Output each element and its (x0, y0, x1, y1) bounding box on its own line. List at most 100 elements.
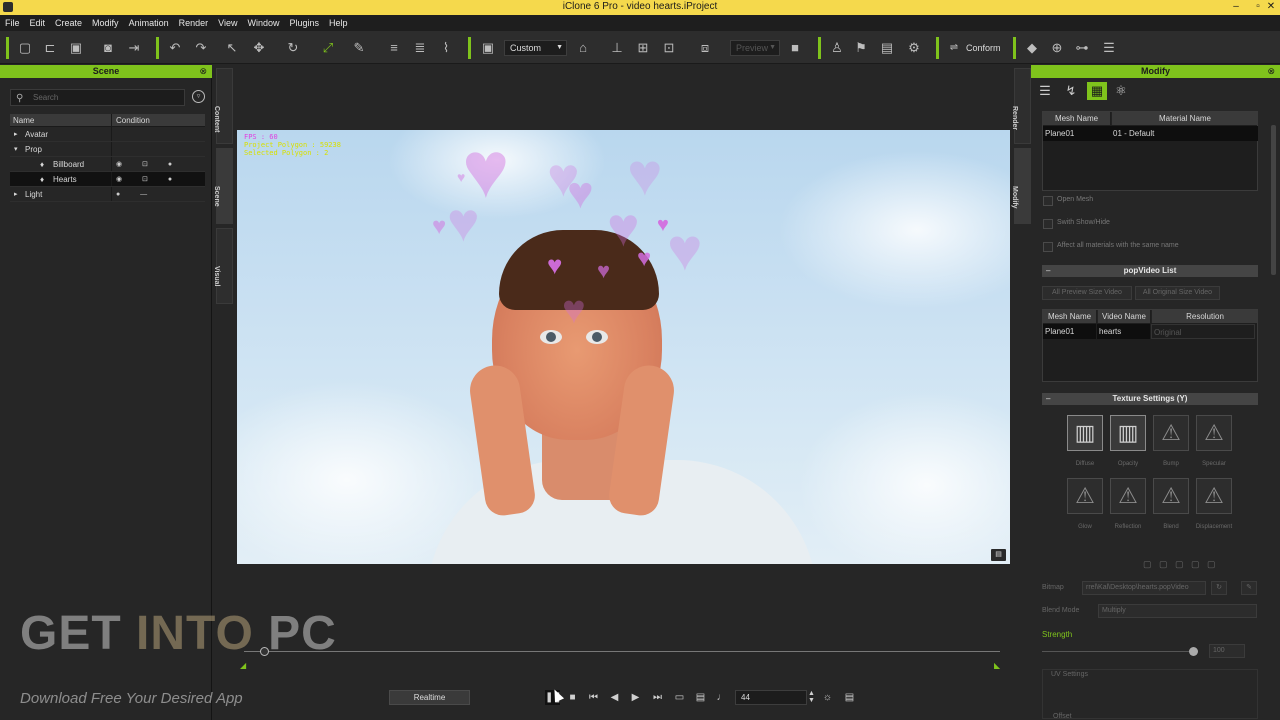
menu-render[interactable]: Render (174, 15, 214, 31)
tab-modify[interactable]: Modify (1011, 148, 1031, 224)
minimize-button[interactable]: – (1225, 0, 1247, 15)
affect-all-checkbox[interactable] (1043, 242, 1053, 252)
all-preview-size-button[interactable]: All Preview Size Video (1042, 286, 1132, 300)
distribute-icon[interactable]: ≣ (411, 39, 429, 57)
note-icon[interactable]: ▤ (991, 549, 1006, 561)
fit-icon[interactable]: ⧈ (696, 39, 714, 57)
music-note-icon[interactable]: ♩ (714, 690, 729, 705)
select-arrow-icon[interactable]: ↖ (223, 39, 241, 57)
tab-content[interactable]: Content (213, 68, 233, 144)
material-icon[interactable]: ▦ (1087, 82, 1107, 100)
align-icon[interactable]: ≡ (385, 39, 403, 57)
strength-slider-handle[interactable] (1189, 647, 1198, 656)
tree-item-billboard[interactable]: ♦ Billboard ◉ ⊡ ● ▲ — (10, 157, 205, 183)
camera-preset-select[interactable]: Custom ▼ (504, 40, 567, 56)
zoom-icon[interactable]: ⊕ (1048, 39, 1066, 57)
camera-view-icon[interactable]: ▣ (479, 39, 497, 57)
prev-frame-icon[interactable]: ◀ (607, 690, 622, 705)
home-icon[interactable]: ⌂ (574, 39, 592, 57)
diamond-icon[interactable]: ◆ (1023, 39, 1041, 57)
glow-slot[interactable]: ⚠ (1067, 478, 1103, 514)
popvideo-section-header[interactable]: – popVideo List (1042, 265, 1258, 277)
tools-icon[interactable]: ⚙ (905, 39, 923, 57)
reflection-slot[interactable]: ⚠ (1110, 478, 1146, 514)
open-folder-icon[interactable]: ⊏ (41, 39, 59, 57)
frame-all-icon[interactable]: ⊞ (634, 39, 652, 57)
sliders-icon[interactable]: ☰ (1035, 82, 1055, 100)
settings-gear-icon[interactable]: ☼ (820, 690, 835, 705)
displacement-slot[interactable]: ⚠ (1196, 478, 1232, 514)
conform-icon[interactable]: ⇌ (945, 39, 963, 57)
menu-view[interactable]: View (213, 15, 242, 31)
redo-icon[interactable]: ↷ (192, 39, 210, 57)
open-mesh-checkbox[interactable] (1043, 196, 1053, 206)
texture-section-header[interactable]: – Texture Settings (Y) (1042, 393, 1258, 405)
video-camera-icon[interactable]: ■ (786, 39, 804, 57)
undo-icon[interactable]: ↶ (166, 39, 184, 57)
menu-window[interactable]: Window (242, 15, 284, 31)
nodes-icon[interactable]: ⊶ (1073, 39, 1091, 57)
go-end-icon[interactable]: ⏭ (650, 690, 665, 705)
export-icon[interactable]: ⇥ (125, 39, 143, 57)
close-icon[interactable]: ⊗ (199, 65, 207, 78)
menu-animation[interactable]: Animation (124, 15, 174, 31)
bump-slot[interactable]: ⚠ (1153, 415, 1189, 451)
render-icon[interactable]: ◙ (99, 39, 117, 57)
preview-select[interactable]: Preview ▼ (730, 40, 780, 56)
loop-icon[interactable]: ▭ (672, 690, 687, 705)
blend-slot[interactable]: ⚠ (1153, 478, 1189, 514)
diffuse-slot[interactable]: ▥ (1067, 415, 1103, 451)
scene-search-input[interactable]: ⚲ Search (10, 89, 185, 106)
expand-icon[interactable]: ▸ (14, 127, 18, 142)
scrollbar[interactable] (1271, 125, 1276, 275)
opacity-slot[interactable]: ▥ (1110, 415, 1146, 451)
new-file-icon[interactable]: ▢ (16, 39, 34, 57)
expand-icon[interactable]: ▸ (14, 187, 18, 202)
timeline-start-marker[interactable]: ◢ (240, 661, 246, 670)
move-icon[interactable]: ✥ (250, 39, 268, 57)
filter-icon[interactable]: ▿ (192, 90, 205, 103)
blend-mode-select[interactable]: Multiply (1098, 604, 1257, 618)
collapse-icon[interactable]: ▾ (14, 142, 18, 157)
tab-render[interactable]: Render (1011, 68, 1031, 144)
tree-item-light[interactable]: ▸ Light (10, 187, 205, 202)
paint-icon[interactable]: ✎ (350, 39, 368, 57)
panel-toggle-icon[interactable]: ▤ (842, 690, 857, 705)
edit-bitmap-icon[interactable]: ✎ (1241, 581, 1257, 595)
conform-button[interactable]: Conform (966, 40, 1001, 56)
close-button[interactable]: ✕ (1260, 0, 1280, 15)
rotate-icon[interactable]: ↻ (284, 39, 302, 57)
save-icon[interactable]: ▣ (67, 39, 85, 57)
motion-icon[interactable]: ↯ (1061, 82, 1081, 100)
show-hide-checkbox[interactable] (1043, 219, 1053, 229)
zoom-extent-icon[interactable]: ⊥ (608, 39, 626, 57)
timeline-icon[interactable]: ▤ (693, 690, 708, 705)
strength-input[interactable]: 100 (1209, 644, 1245, 658)
menu-plugins[interactable]: Plugins (285, 15, 325, 31)
list-settings-icon[interactable]: ☰ (1100, 39, 1118, 57)
specular-slot[interactable]: ⚠ (1196, 415, 1232, 451)
flag-icon[interactable]: ⚑ (852, 39, 870, 57)
realtime-button[interactable]: Realtime (389, 690, 470, 705)
bitmap-path-field[interactable]: rrel\Kal\Desktop\hearts.popVideo (1082, 581, 1206, 595)
next-frame-icon[interactable]: ▶ (628, 690, 643, 705)
tab-scene[interactable]: Scene (213, 148, 233, 224)
table-row[interactable]: Plane01 01 - Default (1043, 126, 1258, 141)
timeline-end-marker[interactable]: ◣ (994, 661, 1000, 670)
strength-slider-track[interactable] (1042, 651, 1192, 652)
go-start-icon[interactable]: ⏮ (586, 690, 601, 705)
menu-create[interactable]: Create (50, 15, 87, 31)
load-bitmap-icon[interactable]: ↻ (1211, 581, 1227, 595)
table-row[interactable]: Plane01 hearts Original (1043, 324, 1258, 339)
all-original-size-button[interactable]: All Original Size Video (1135, 286, 1220, 300)
tree-item-hearts[interactable]: ♦ Hearts ◉ ⊡ ● ● — (10, 172, 205, 198)
menu-edit[interactable]: Edit (25, 15, 51, 31)
texture-actions-icons[interactable]: ▢ ▢ ▢ ▢ ▢ (1143, 559, 1216, 570)
stop-icon[interactable]: ■ (565, 690, 580, 705)
timeline-track[interactable] (244, 651, 1000, 652)
scale-icon[interactable]: ⤢ (319, 39, 337, 57)
clipboard-icon[interactable]: ▤ (878, 39, 896, 57)
menu-help[interactable]: Help (324, 15, 353, 31)
menu-modify[interactable]: Modify (87, 15, 124, 31)
tab-visual[interactable]: Visual (213, 228, 233, 304)
